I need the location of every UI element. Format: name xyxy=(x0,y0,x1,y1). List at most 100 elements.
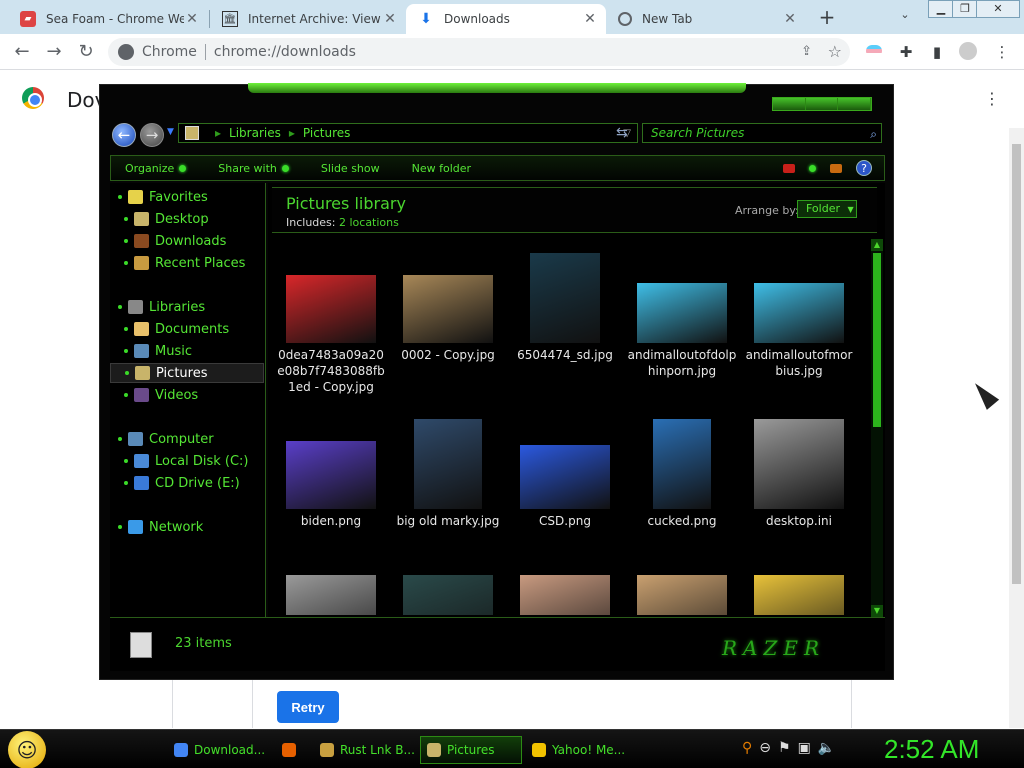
breadcrumb-chevron[interactable]: ▸ xyxy=(215,126,221,140)
change-view-icon[interactable] xyxy=(783,163,795,173)
tab-new-tab[interactable]: New Tab ✕ xyxy=(606,4,806,34)
file-item[interactable]: 0dea7483a09a20e08b7f7483088fb1ed - Copy.… xyxy=(276,239,386,399)
minimize-button[interactable] xyxy=(773,98,806,110)
minimize-button[interactable]: ▁ xyxy=(928,0,954,18)
forward-button[interactable]: → xyxy=(42,40,66,64)
back-arrow-icon[interactable]: ← xyxy=(112,123,136,147)
scrollbar-thumb[interactable] xyxy=(873,253,881,427)
file-thumbnail[interactable] xyxy=(286,575,376,615)
file-thumbnail[interactable] xyxy=(530,253,600,343)
expand-bullet-icon[interactable] xyxy=(124,349,128,353)
file-item[interactable]: CSD.png xyxy=(510,405,620,565)
file-item[interactable]: biden.png xyxy=(276,405,386,565)
scroll-down-icon[interactable]: ▼ xyxy=(871,605,883,617)
more-menu-icon[interactable]: ⋮ xyxy=(984,89,1000,108)
file-name[interactable]: cucked.png xyxy=(627,513,737,529)
search-icon[interactable]: ⚲ xyxy=(742,740,752,756)
nav-item-libraries[interactable]: Libraries xyxy=(110,297,264,317)
file-name[interactable]: desktop.ini xyxy=(744,513,854,529)
locations-link[interactable]: 2 locations xyxy=(339,216,399,229)
preview-pane-icon[interactable] xyxy=(830,163,842,173)
bookmark-star-icon[interactable]: ☆ xyxy=(828,42,842,61)
file-thumbnail[interactable] xyxy=(637,283,727,343)
expand-bullet-icon[interactable] xyxy=(124,261,128,265)
file-thumbnail[interactable] xyxy=(403,275,493,343)
expand-bullet-icon[interactable] xyxy=(125,371,129,375)
file-thumbnail[interactable] xyxy=(653,419,711,509)
forward-arrow-icon[interactable]: → xyxy=(140,123,164,147)
tab-internet-archive[interactable]: 🏛 Internet Archive: View Ar ✕ xyxy=(210,4,406,34)
file-name[interactable]: 0002 - Copy.jpg xyxy=(393,347,503,363)
restore-button[interactable]: ❐ xyxy=(952,0,978,18)
nav-item-videos[interactable]: Videos xyxy=(110,385,264,405)
search-icon[interactable]: ⌕ xyxy=(870,125,877,143)
file-name[interactable]: andimalloutofdolphinporn.jpg xyxy=(627,347,737,379)
start-button[interactable]: ☺ xyxy=(8,731,46,768)
tab-sea-foam[interactable]: ▰ Sea Foam - Chrome Web ✕ xyxy=(8,4,208,34)
nav-item-recent-places[interactable]: Recent Places xyxy=(110,253,264,273)
nav-item-desktop[interactable]: Desktop xyxy=(110,209,264,229)
expand-bullet-icon[interactable] xyxy=(124,481,128,485)
nav-item-local-disk-c[interactable]: Local Disk (C:) xyxy=(110,451,264,471)
nav-item-computer[interactable]: Computer xyxy=(110,429,264,449)
close-icon[interactable]: ✕ xyxy=(782,11,798,27)
reload-button[interactable]: ↻ xyxy=(74,40,98,64)
view-options-dot-icon[interactable] xyxy=(809,164,816,172)
file-name[interactable]: 6504474_sd.jpg xyxy=(510,347,620,363)
minus-circle-icon[interactable]: ⊖ xyxy=(759,740,771,756)
side-panel-icon[interactable]: ▮ xyxy=(927,42,947,62)
file-item[interactable]: 0002 - Copy.jpg xyxy=(393,239,503,399)
file-item[interactable]: big old marky.jpg xyxy=(393,405,503,565)
file-name[interactable]: andimalloutofmorbius.jpg xyxy=(744,347,854,379)
breadcrumb-pictures[interactable]: Pictures xyxy=(303,126,351,140)
back-button[interactable]: ← xyxy=(10,40,34,64)
clock[interactable]: 2:52 AM xyxy=(884,734,979,765)
slide-show-button[interactable]: Slide show xyxy=(321,162,380,175)
omnibox[interactable]: Chrome chrome://downloads ⇪ ☆ xyxy=(108,38,850,66)
file-thumbnail[interactable] xyxy=(520,575,610,615)
retry-button[interactable]: Retry xyxy=(277,691,339,723)
expand-bullet-icon[interactable] xyxy=(124,393,128,397)
expand-bullet-icon[interactable] xyxy=(124,239,128,243)
organize-button[interactable]: Organize xyxy=(125,162,187,175)
content-scrollbar[interactable]: ▲ ▼ xyxy=(871,239,883,617)
nav-item-network[interactable]: Network xyxy=(110,517,264,537)
file-thumbnail[interactable] xyxy=(286,441,376,509)
profile-flag-icon[interactable] xyxy=(864,42,884,62)
file-thumbnail[interactable] xyxy=(754,283,844,343)
expand-bullet-icon[interactable] xyxy=(124,217,128,221)
file-item[interactable] xyxy=(744,561,854,615)
maximize-button[interactable] xyxy=(805,98,839,110)
extensions-icon[interactable]: ✚ xyxy=(896,42,916,62)
help-icon[interactable]: ? xyxy=(856,160,872,176)
new-tab-button[interactable]: + xyxy=(814,6,840,30)
file-thumbnail[interactable] xyxy=(403,575,493,615)
expand-bullet-icon[interactable] xyxy=(124,459,128,463)
file-name[interactable]: biden.png xyxy=(276,513,386,529)
taskbar-item[interactable]: Rust Lnk B... xyxy=(314,736,415,764)
file-thumbnail[interactable] xyxy=(286,275,376,343)
file-item[interactable]: andimalloutofdolphinporn.jpg xyxy=(627,239,737,399)
file-thumbnail[interactable] xyxy=(754,575,844,615)
search-input[interactable]: Search Pictures ⌕ xyxy=(642,123,882,143)
arrange-by-dropdown[interactable]: Folder ▼ xyxy=(797,200,857,218)
volume-icon[interactable]: 🔈 xyxy=(818,740,835,756)
nav-item-downloads[interactable]: Downloads xyxy=(110,231,264,251)
close-icon[interactable]: ✕ xyxy=(382,11,398,27)
chevron-down-icon[interactable]: ⌄ xyxy=(896,8,914,26)
avatar[interactable] xyxy=(958,42,978,62)
tab-downloads[interactable]: ⬇ Downloads ✕ xyxy=(406,4,606,34)
recent-pages-chevron-icon[interactable]: ▼ xyxy=(167,127,174,137)
scroll-up-icon[interactable]: ▲ xyxy=(871,239,883,251)
file-item[interactable]: andimalloutofmorbius.jpg xyxy=(744,239,854,399)
expand-bullet-icon[interactable] xyxy=(124,327,128,331)
close-window-button[interactable]: ✕ xyxy=(976,0,1020,18)
flag-icon[interactable]: ⚑ xyxy=(778,740,791,756)
share-with-button[interactable]: Share with xyxy=(218,162,289,175)
nav-item-documents[interactable]: Documents xyxy=(110,319,264,339)
address-bar[interactable]: ▸ Libraries ▸ Pictures ▽ xyxy=(178,123,638,143)
expand-bullet-icon[interactable] xyxy=(118,195,122,199)
file-item[interactable] xyxy=(276,561,386,615)
taskbar-item[interactable]: Yahoo! Me... xyxy=(526,736,625,764)
nav-item-favorites[interactable]: Favorites xyxy=(110,187,264,207)
